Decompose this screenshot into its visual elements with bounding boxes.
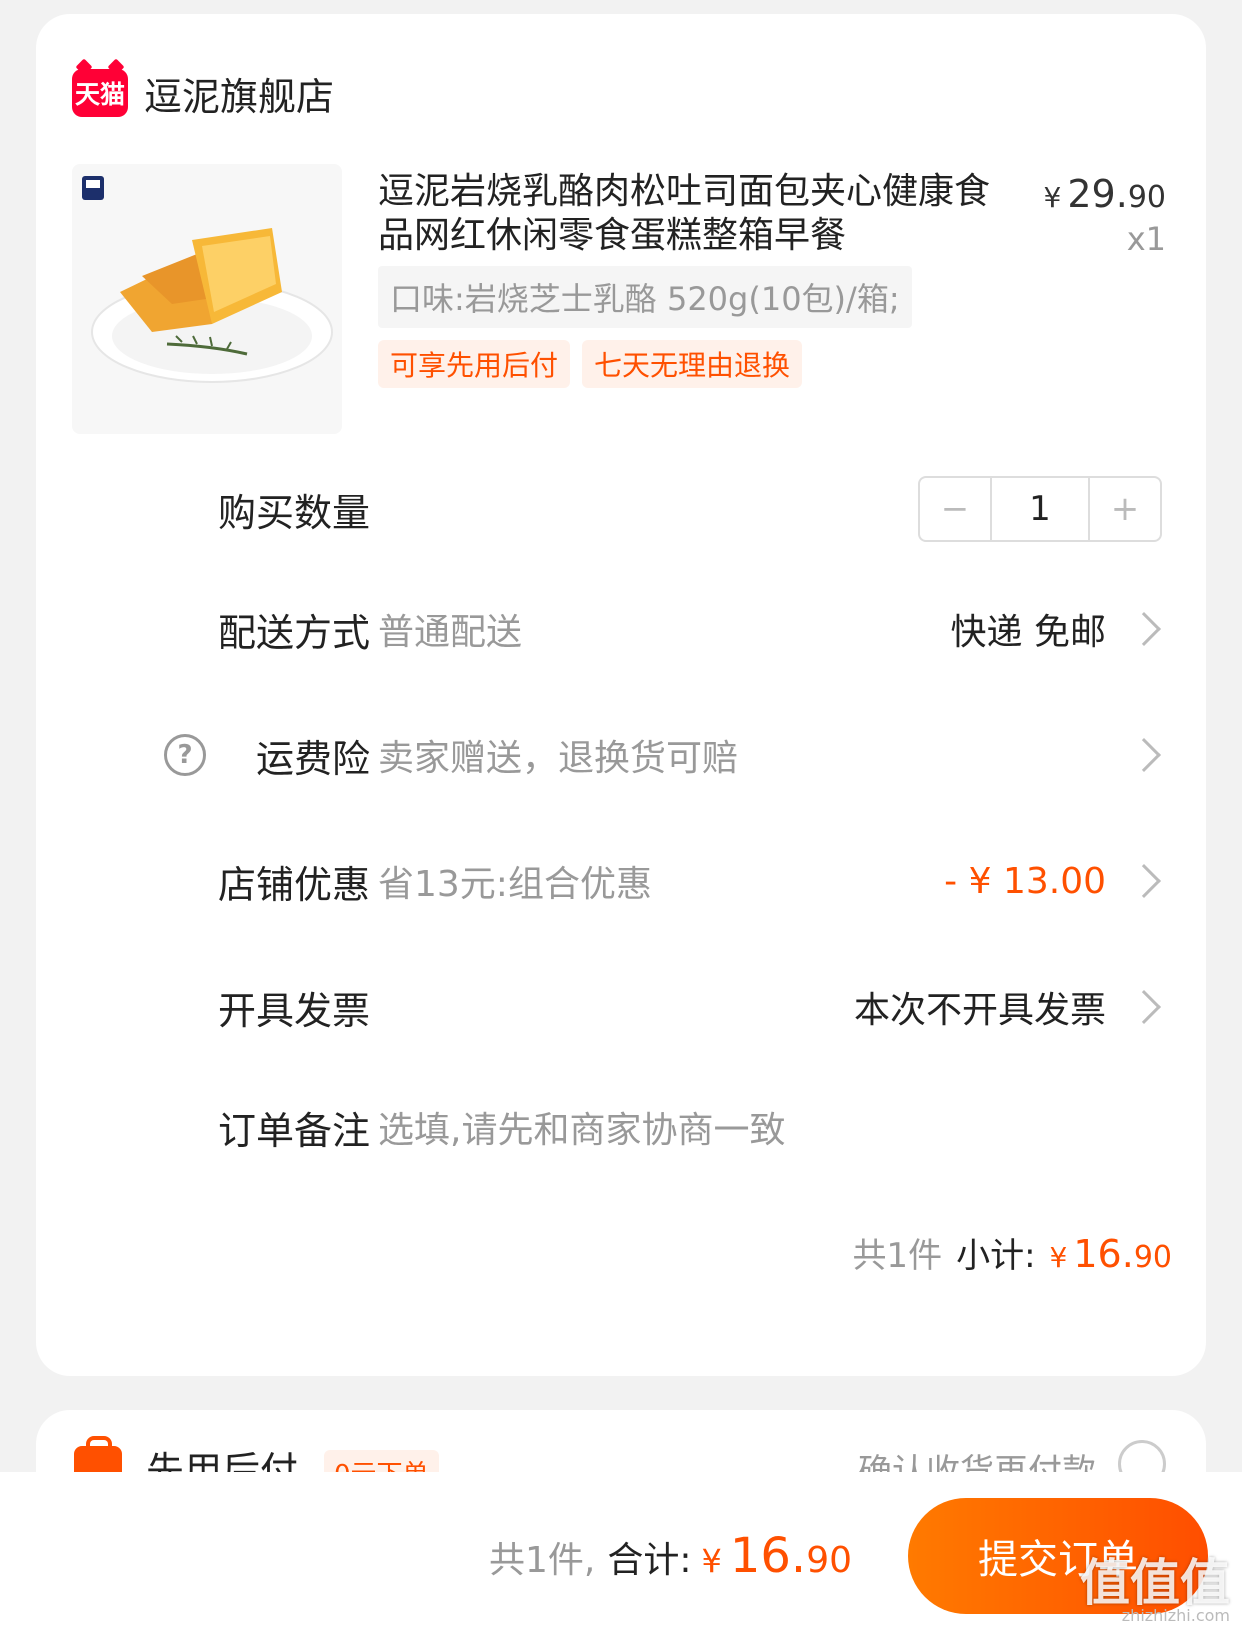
order-card: 天猫 逗泥旗舰店 逗泥岩烧乳酪肉松吐司面包夹心健康食品网红休闲零食蛋糕整箱早餐 … xyxy=(36,14,1206,1376)
subtotal: 共1件 小计: ¥16.90 xyxy=(852,1228,1172,1277)
chevron-right-icon xyxy=(1127,864,1161,898)
chevron-right-icon xyxy=(1127,990,1161,1024)
invoice-row[interactable]: 开具发票 本次不开具发票 xyxy=(36,972,1206,1042)
remark-row: 订单备注 选填,请先和商家协商一致 xyxy=(36,1092,1206,1162)
discount-amount: - ¥ 13.00 xyxy=(944,860,1106,902)
delivery-value: 普通配送 xyxy=(378,612,523,653)
delivery-row[interactable]: 配送方式 普通配送 快递 免邮 xyxy=(36,594,1206,664)
insurance-label: 运费险 xyxy=(255,736,370,781)
insurance-row[interactable]: ? 运费险 卖家赠送，退换货可赔 xyxy=(36,720,1206,790)
remark-input[interactable]: 选填,请先和商家协商一致 xyxy=(378,1101,785,1153)
remark-label: 订单备注 xyxy=(217,1108,370,1153)
total: 共1件, 合计: ¥16.90 xyxy=(489,1528,852,1584)
chevron-right-icon xyxy=(1127,612,1161,646)
delivery-method: 快递 免邮 xyxy=(950,612,1106,653)
price-integer: 29. xyxy=(1067,172,1128,216)
delivery-label: 配送方式 xyxy=(217,610,370,655)
tmall-logo-icon: 天猫 xyxy=(72,69,128,117)
discount-row[interactable]: 店铺优惠 省13元:组合优惠 - ¥ 13.00 xyxy=(36,846,1206,916)
product-title[interactable]: 逗泥岩烧乳酪肉松吐司面包夹心健康食品网红休闲零食蛋糕整箱早餐 xyxy=(378,170,1018,258)
watermark: 值值值 zhizhizhi.com xyxy=(1080,1554,1230,1625)
discount-value: 省13元:组合优惠 xyxy=(378,864,652,905)
discount-label: 店铺优惠 xyxy=(217,862,370,907)
subtotal-label: 小计: xyxy=(956,1236,1036,1276)
total-label: 合计: xyxy=(607,1540,692,1581)
shop-header[interactable]: 天猫 逗泥旗舰店 xyxy=(72,58,334,128)
promo-tags: 可享先用后付 七天无理由退换 xyxy=(378,340,803,388)
product-quantity: x1 xyxy=(1126,220,1166,258)
shop-name[interactable]: 逗泥旗舰店 xyxy=(144,66,334,121)
quantity-stepper[interactable]: − 1 + xyxy=(918,476,1162,542)
product-photo-icon xyxy=(82,176,333,383)
increase-button[interactable]: + xyxy=(1090,478,1160,540)
product-price: ¥29.90 x1 xyxy=(1044,172,1166,258)
total-amount: ¥16.90 xyxy=(701,1528,852,1584)
bottom-bar: 共1件, 合计: ¥16.90 提交订单 值值值 zhizhizhi.com xyxy=(0,1472,1242,1636)
product-image[interactable] xyxy=(72,164,342,434)
price-decimal: 90 xyxy=(1127,180,1166,215)
subtotal-amount: ¥16.90 xyxy=(1049,1232,1172,1276)
product-spec[interactable]: 口味:岩烧芝士乳酪 520g(10包)/箱; xyxy=(378,266,912,328)
invoice-label: 开具发票 xyxy=(217,988,370,1033)
chevron-right-icon xyxy=(1127,738,1161,772)
quantity-label: 购买数量 xyxy=(217,490,370,535)
quantity-row: 购买数量 − 1 + xyxy=(36,474,1206,544)
promo-tag-bnpl: 可享先用后付 xyxy=(378,340,571,388)
insurance-value: 卖家赠送，退换货可赔 xyxy=(378,738,739,779)
help-icon[interactable]: ? xyxy=(164,734,206,776)
promo-tag-return: 七天无理由退换 xyxy=(582,340,803,388)
subtotal-count: 共1件 xyxy=(852,1236,943,1276)
price-currency: ¥ xyxy=(1043,181,1062,214)
total-count: 共1件, xyxy=(488,1540,596,1581)
decrease-button[interactable]: − xyxy=(920,478,990,540)
invoice-value: 本次不开具发票 xyxy=(853,990,1106,1031)
quantity-input[interactable]: 1 xyxy=(990,478,1090,540)
